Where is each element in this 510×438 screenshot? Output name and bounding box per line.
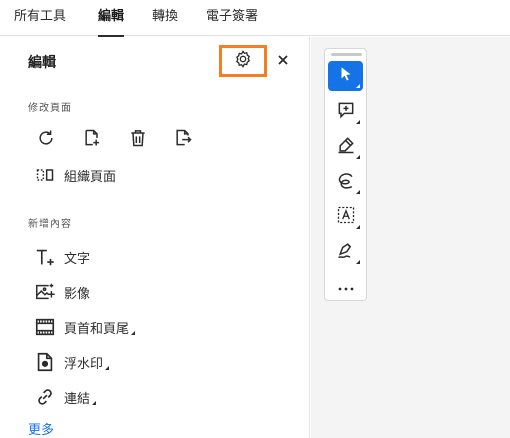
insert-page-icon xyxy=(82,128,102,152)
add-image-icon xyxy=(34,281,56,303)
tab-convert[interactable]: 轉換 xyxy=(152,0,178,36)
panel-title: 編輯 xyxy=(28,55,56,71)
link-icon xyxy=(34,386,56,408)
top-nav: 所有工具 編輯 轉換 電子簽署 xyxy=(0,0,510,37)
highlight-tool-button[interactable] xyxy=(328,132,363,162)
add-text-label: 文字 xyxy=(64,251,91,267)
toolbar-drag-handle[interactable] xyxy=(331,53,362,56)
close-panel-button[interactable] xyxy=(273,50,293,70)
delete-page-button[interactable] xyxy=(125,127,151,153)
add-image-label: 影像 xyxy=(64,286,91,302)
header-footer-button[interactable]: 頁首和頁尾 xyxy=(34,315,136,339)
quick-tools-toolbar xyxy=(324,48,367,301)
select-tool-menu-indicator xyxy=(356,84,360,88)
rotate-icon xyxy=(36,128,56,152)
header-footer-icon xyxy=(34,316,56,338)
highlight-pen-icon xyxy=(336,135,356,159)
add-link-label: 連結 xyxy=(64,391,91,407)
sign-tool-button[interactable] xyxy=(328,237,363,267)
add-text-button[interactable]: 文字 xyxy=(34,245,90,269)
watermark-icon xyxy=(34,351,56,373)
text-box-icon xyxy=(336,205,356,229)
rotate-page-button[interactable] xyxy=(33,127,59,153)
tab-all-tools[interactable]: 所有工具 xyxy=(14,0,66,36)
more-link[interactable]: 更多 xyxy=(28,419,54,438)
text-box-tool-button[interactable] xyxy=(328,202,363,232)
sign-icon xyxy=(336,240,356,264)
sign-tool-menu-indicator xyxy=(356,260,360,264)
organize-pages-icon xyxy=(34,164,56,186)
modify-pages-label: 修改頁面 xyxy=(28,103,72,114)
draw-tool-menu-indicator xyxy=(356,190,360,194)
add-image-button[interactable]: 影像 xyxy=(34,280,90,304)
organize-pages-label: 組織頁面 xyxy=(64,169,117,185)
document-canvas xyxy=(311,37,510,438)
highlight-tool-menu-indicator xyxy=(356,155,360,159)
add-comment-icon xyxy=(336,100,356,124)
draw-freeform-icon xyxy=(336,170,356,194)
header-footer-menu-indicator xyxy=(131,331,136,335)
add-link-button[interactable]: 連結 xyxy=(34,385,97,409)
add-content-label: 新增內容 xyxy=(28,219,72,230)
text-box-tool-menu-indicator xyxy=(356,225,360,229)
edit-panel: 編輯 修改頁面 組織頁面 新增內容 文字 影像 頁首和頁尾 浮水印 連結 更多 xyxy=(0,37,310,438)
select-cursor-icon xyxy=(337,65,355,87)
more-tools-icon xyxy=(337,277,355,296)
organize-pages-button[interactable]: 組織頁面 xyxy=(34,163,116,187)
gear-icon xyxy=(233,49,253,73)
close-icon xyxy=(277,51,289,70)
tab-e-sign[interactable]: 電子簽署 xyxy=(206,0,258,36)
extract-icon xyxy=(173,128,193,152)
watermark-label: 浮水印 xyxy=(64,356,104,372)
watermark-button[interactable]: 浮水印 xyxy=(34,350,110,374)
more-tools-button[interactable] xyxy=(328,271,363,301)
insert-page-button[interactable] xyxy=(79,127,105,153)
tab-edit[interactable]: 編輯 xyxy=(98,0,125,37)
header-footer-label: 頁首和頁尾 xyxy=(64,321,130,337)
draw-tool-button[interactable] xyxy=(328,167,363,197)
select-tool-button[interactable] xyxy=(328,61,363,91)
watermark-menu-indicator xyxy=(105,366,110,370)
link-menu-indicator xyxy=(92,401,97,405)
delete-icon xyxy=(128,128,148,152)
comment-tool-button[interactable] xyxy=(328,97,363,127)
settings-button[interactable] xyxy=(219,45,267,77)
add-text-icon xyxy=(34,246,56,268)
extract-page-button[interactable] xyxy=(170,127,196,153)
comment-tool-menu-indicator xyxy=(356,120,360,124)
